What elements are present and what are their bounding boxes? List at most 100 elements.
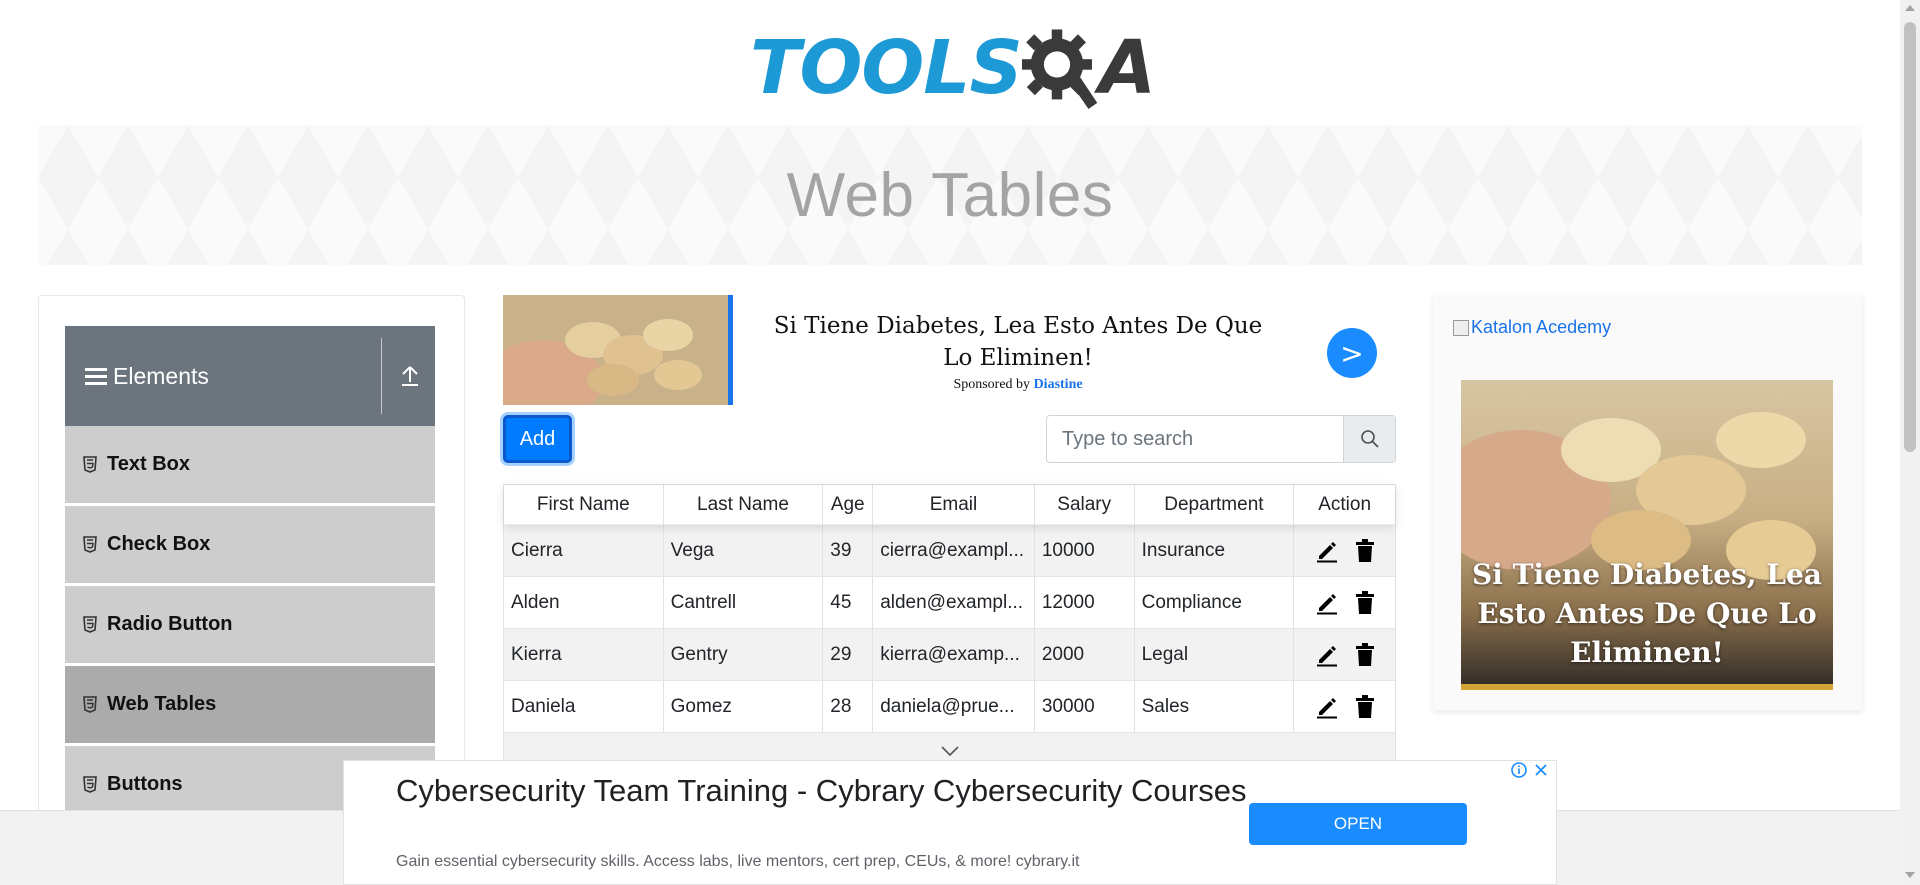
sidebar-item-label: Text Box: [107, 453, 190, 475]
trash-icon[interactable]: [1355, 642, 1375, 667]
column-header-first-name[interactable]: First Name: [504, 485, 664, 524]
cell-department: Compliance: [1135, 577, 1295, 628]
html5-icon: [83, 536, 97, 553]
page-banner: Web Tables: [38, 125, 1862, 265]
sponsored-ad[interactable]: Si Tiene Diabetes, Lea Esto Antes De Que…: [503, 295, 1393, 405]
trash-icon[interactable]: [1355, 590, 1375, 615]
cell-action: [1294, 525, 1395, 576]
sidebar-group-elements[interactable]: Elements: [65, 326, 435, 426]
column-header-email[interactable]: Email: [873, 485, 1035, 524]
katalon-ad[interactable]: Katalon Acedemy Si Tiene Diabetes, Lea E…: [1433, 295, 1862, 710]
cell-department: Legal: [1135, 629, 1295, 680]
cell-last-name: Cantrell: [664, 577, 824, 628]
html5-icon: [83, 776, 97, 793]
bottom-ad-open-button[interactable]: OPEN: [1249, 803, 1467, 845]
bottom-ad-description: Gain essential cybersecurity skills. Acc…: [396, 853, 1080, 870]
divider: [381, 338, 382, 414]
scroll-up-arrow-icon[interactable]: [1905, 5, 1915, 11]
column-header-last-name[interactable]: Last Name: [664, 485, 824, 524]
cell-department: Insurance: [1135, 525, 1295, 576]
cell-action: [1294, 681, 1395, 732]
sidebar-item-radio-button[interactable]: Radio Button: [65, 586, 435, 664]
cell-salary: 10000: [1035, 525, 1135, 576]
sidebar-item-check-box[interactable]: Check Box: [65, 506, 435, 584]
logo-qa-text: A: [1098, 24, 1156, 111]
ad-go-button[interactable]: >: [1327, 328, 1377, 378]
pencil-icon[interactable]: [1315, 695, 1339, 719]
table-row: Kierra Gentry 29 kierra@examp... 2000 Le…: [504, 629, 1395, 681]
gear-q-icon: [1021, 29, 1097, 110]
hamburger-icon: [85, 367, 107, 385]
cell-age: 45: [823, 577, 874, 628]
bottom-ad-title[interactable]: Cybersecurity Team Training - Cybrary Cy…: [396, 771, 1256, 811]
cell-last-name: Gomez: [664, 681, 824, 732]
chevron-down-icon[interactable]: [940, 745, 960, 757]
sidebar-item-label: Radio Button: [107, 613, 233, 635]
sidebar-item-label: Buttons: [107, 773, 183, 795]
search-icon: [1360, 430, 1379, 448]
ad-image[interactable]: [503, 295, 733, 405]
close-icon[interactable]: [1532, 761, 1550, 779]
ad-sponsor-link[interactable]: Diastine: [1034, 377, 1083, 392]
add-button[interactable]: Add: [503, 415, 572, 463]
cell-salary: 2000: [1035, 629, 1135, 680]
bottom-banner-ad[interactable]: Cybersecurity Team Training - Cybrary Cy…: [343, 760, 1557, 885]
cell-first-name: Cierra: [504, 525, 664, 576]
column-header-age[interactable]: Age: [823, 485, 874, 524]
cell-email: daniela@prue...: [873, 681, 1035, 732]
page-title: Web Tables: [786, 160, 1114, 230]
sidebar-item-label: Web Tables: [107, 693, 217, 715]
cell-last-name: Vega: [664, 525, 824, 576]
table-row: Cierra Vega 39 cierra@exampl... 10000 In…: [504, 525, 1395, 577]
cell-last-name: Gentry: [664, 629, 824, 680]
trash-icon[interactable]: [1355, 694, 1375, 719]
cell-email: cierra@exampl...: [873, 525, 1035, 576]
sidebar-item-label: Check Box: [107, 533, 211, 555]
ad-sponsored-prefix: Sponsored by: [953, 377, 1031, 392]
cell-email: alden@exampl...: [873, 577, 1035, 628]
table-row: Alden Cantrell 45 alden@exampl... 12000 …: [504, 577, 1395, 629]
pencil-icon[interactable]: [1315, 643, 1339, 667]
sidebar-item-text-box[interactable]: Text Box: [65, 426, 435, 504]
trash-icon[interactable]: [1355, 538, 1375, 563]
html5-icon: [83, 616, 97, 633]
table-row: Daniela Gomez 28 daniela@prue... 30000 S…: [504, 681, 1395, 733]
ad-info-icon[interactable]: [1510, 761, 1528, 779]
cell-salary: 30000: [1035, 681, 1135, 732]
cell-action: [1294, 629, 1395, 680]
ad-sponsored-line: Sponsored by Diastine: [773, 377, 1263, 393]
search-button[interactable]: [1343, 416, 1395, 462]
cell-department: Sales: [1135, 681, 1295, 732]
cell-age: 29: [823, 629, 874, 680]
broken-image-link[interactable]: Katalon Acedemy: [1453, 317, 1611, 338]
page: TOOLS A Web Tables Elements Text Box Che…: [0, 0, 1920, 885]
cell-email: kierra@examp...: [873, 629, 1035, 680]
web-table: First Name Last Name Age Email Salary De…: [503, 484, 1396, 773]
column-header-salary[interactable]: Salary: [1035, 485, 1135, 524]
scrollbar-thumb[interactable]: [1904, 22, 1916, 452]
page-scrollbar[interactable]: [1900, 0, 1920, 885]
broken-image-icon: [1453, 319, 1469, 336]
search-input[interactable]: Type to search: [1047, 416, 1343, 462]
ad-right-image[interactable]: Si Tiene Diabetes, Lea Esto Antes De Que…: [1461, 380, 1833, 690]
logo-tools-text: TOOLS: [750, 24, 1023, 111]
ad-accent-bar: [728, 295, 733, 405]
ad-right-caption: Si Tiene Diabetes, Lea Esto Antes De Que…: [1472, 558, 1822, 669]
upload-arrow-icon[interactable]: [399, 364, 421, 388]
cashews-image: [503, 295, 733, 405]
cell-age: 39: [823, 525, 874, 576]
cell-first-name: Alden: [504, 577, 664, 628]
pencil-icon[interactable]: [1315, 591, 1339, 615]
toolsqa-logo[interactable]: TOOLS A: [750, 20, 1156, 115]
html5-icon: [83, 696, 97, 713]
scroll-down-arrow-icon[interactable]: [1905, 872, 1915, 878]
column-header-department[interactable]: Department: [1135, 485, 1295, 524]
ad-headline[interactable]: Si Tiene Diabetes, Lea Esto Antes De Que…: [773, 310, 1263, 374]
pencil-icon[interactable]: [1315, 539, 1339, 563]
broken-image-alt-text: Katalon Acedemy: [1471, 317, 1612, 337]
sidebar-item-web-tables[interactable]: Web Tables: [65, 666, 435, 744]
cell-action: [1294, 577, 1395, 628]
search-box: Type to search: [1046, 415, 1396, 463]
cell-first-name: Daniela: [504, 681, 664, 732]
cell-salary: 12000: [1035, 577, 1135, 628]
